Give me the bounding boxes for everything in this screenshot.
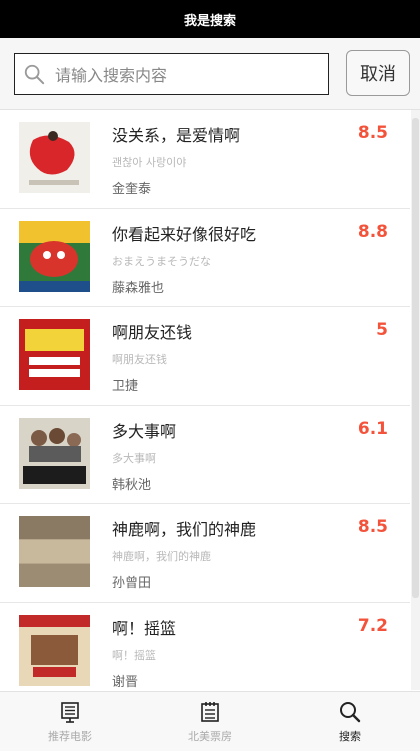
movie-original-title: 神鹿啊，我们的神鹿 bbox=[112, 550, 211, 563]
movie-poster bbox=[19, 614, 90, 686]
movie-title: 神鹿啊，我们的神鹿 bbox=[112, 520, 257, 539]
tab-bar: 推荐电影 北美票房 搜索 bbox=[0, 691, 420, 751]
notepad-icon bbox=[201, 701, 219, 722]
movie-poster bbox=[19, 122, 90, 193]
list-scrollbar[interactable] bbox=[411, 110, 420, 690]
movie-poster bbox=[19, 417, 90, 489]
tab-recommended[interactable]: 推荐电影 bbox=[0, 692, 140, 751]
movie-director: 卫捷 bbox=[112, 379, 139, 394]
movie-title: 你看起来好像很好吃 bbox=[112, 224, 257, 244]
movie-director: 金奎泰 bbox=[112, 182, 152, 197]
search-bar: 请输入搜索内容 取消 bbox=[0, 38, 420, 110]
movie-item[interactable]: 没关系，是爱情啊 괜찮아 사랑이야 金奎泰 8.5 bbox=[0, 110, 410, 209]
movie-title: 多大事啊 bbox=[112, 421, 177, 441]
movie-original-title: 啊！摇篮 bbox=[112, 648, 156, 662]
movie-title: 啊！摇篮 bbox=[112, 618, 177, 638]
scrollbar-thumb[interactable] bbox=[412, 118, 419, 598]
movie-item[interactable]: 多大事啊 多大事啊 韩秋池 6.1 bbox=[0, 406, 410, 504]
search-icon bbox=[24, 64, 45, 85]
movie-director: 谢晋 bbox=[112, 674, 139, 690]
board-icon bbox=[61, 701, 79, 723]
movie-director: 藤森雅也 bbox=[112, 280, 165, 296]
movie-item[interactable]: 啊朋友还钱 啊朋友还钱 卫捷 5 bbox=[0, 307, 410, 406]
movie-poster bbox=[19, 516, 90, 587]
movie-title: 没关系，是爱情啊 bbox=[112, 126, 241, 145]
movie-poster bbox=[19, 220, 90, 292]
movie-rating: 8.5 bbox=[357, 517, 388, 537]
movie-rating: 8.8 bbox=[357, 221, 388, 242]
movie-director: 韩秋池 bbox=[112, 477, 152, 493]
movie-item[interactable]: 神鹿啊，我们的神鹿 神鹿啊，我们的神鹿 孙曾田 8.5 bbox=[0, 504, 410, 603]
tab-label: 推荐电影 bbox=[48, 729, 92, 743]
search-placeholder: 请输入搜索内容 bbox=[55, 66, 168, 85]
cancel-button[interactable]: 取消 bbox=[346, 50, 410, 96]
movie-rating: 5 bbox=[376, 320, 388, 340]
search-icon bbox=[340, 701, 361, 722]
movie-original-title: 괜찮아 사랑이야 bbox=[112, 156, 187, 169]
movie-list: 没关系，是爱情啊 괜찮아 사랑이야 金奎泰 8.5 你看起来好像很好吃 おまえう… bbox=[0, 110, 410, 690]
movie-rating: 7.2 bbox=[357, 615, 388, 636]
movie-original-title: おまえうまそうだな bbox=[112, 254, 211, 268]
page-title: 我是搜索 bbox=[0, 0, 420, 38]
movie-item[interactable]: 你看起来好像很好吃 おまえうまそうだな 藤森雅也 8.8 bbox=[0, 209, 410, 307]
tab-label: 搜索 bbox=[339, 729, 361, 743]
search-input[interactable]: 请输入搜索内容 bbox=[14, 53, 329, 95]
tab-label: 北美票房 bbox=[188, 729, 232, 743]
movie-rating: 8.5 bbox=[357, 123, 388, 143]
movie-original-title: 啊朋友还钱 bbox=[112, 353, 167, 366]
movie-director: 孙曾田 bbox=[112, 576, 152, 591]
movie-original-title: 多大事啊 bbox=[112, 451, 156, 465]
tab-search[interactable]: 搜索 bbox=[280, 692, 420, 751]
movie-item[interactable]: 啊！摇篮 啊！摇篮 谢晋 7.2 bbox=[0, 603, 410, 691]
movie-rating: 6.1 bbox=[357, 418, 388, 439]
movie-poster bbox=[19, 319, 90, 390]
movie-title: 啊朋友还钱 bbox=[112, 323, 193, 342]
tab-box-office[interactable]: 北美票房 bbox=[140, 692, 280, 751]
